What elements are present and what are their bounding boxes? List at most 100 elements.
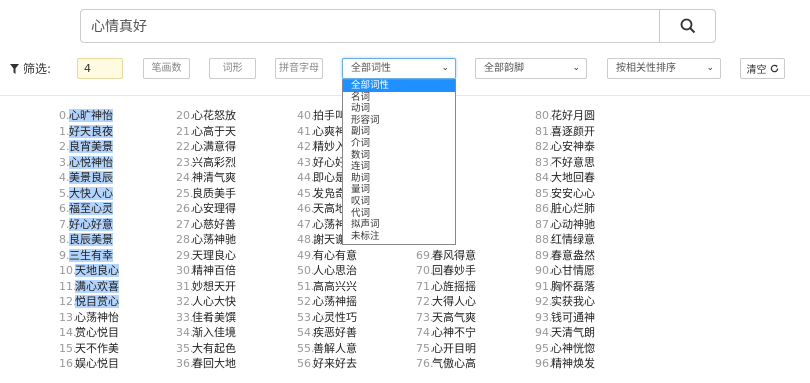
- word-shape-input[interactable]: 词形: [209, 58, 256, 79]
- result-word[interactable]: 娱心悦目: [75, 357, 119, 370]
- result-item[interactable]: 11.满心欢喜: [59, 279, 119, 295]
- result-word[interactable]: 心荡神驰: [192, 233, 236, 246]
- result-item[interactable]: 72.大得人心: [416, 294, 476, 310]
- result-item[interactable]: 13.心荡神怡: [59, 310, 119, 326]
- result-item[interactable]: 93.钱可通神: [535, 310, 595, 326]
- result-item[interactable]: 4.美景良辰: [59, 170, 119, 186]
- result-word[interactable]: 良质美手: [192, 187, 236, 200]
- result-word[interactable]: 心灵性巧: [313, 311, 357, 324]
- result-item[interactable]: 81.喜逐颜开: [535, 124, 595, 140]
- result-word[interactable]: 神清气爽: [192, 171, 236, 184]
- result-word[interactable]: 花好月圆: [551, 109, 595, 122]
- result-item[interactable]: 6.福至心灵: [59, 201, 119, 217]
- result-word[interactable]: 疾恶好善: [313, 326, 357, 339]
- result-item[interactable]: 82.心安神泰: [535, 139, 595, 155]
- pos-option[interactable]: 代词: [343, 208, 455, 220]
- result-item[interactable]: 25.良质美手: [176, 186, 236, 202]
- result-item[interactable]: 88.红情绿意: [535, 232, 595, 248]
- pos-option[interactable]: 拟声词: [343, 219, 455, 231]
- result-word[interactable]: 妙想天开: [192, 280, 236, 293]
- result-word[interactable]: 心神不宁: [432, 326, 476, 339]
- result-item[interactable]: 90.心甘情愿: [535, 263, 595, 279]
- result-word[interactable]: 精神百倍: [192, 264, 236, 277]
- result-item[interactable]: 31.妙想天开: [176, 279, 236, 295]
- result-item[interactable]: 8.良辰美景: [59, 232, 119, 248]
- result-word[interactable]: 喜逐颜开: [551, 125, 595, 138]
- sort-select[interactable]: 按相关性排序 ⌄: [607, 58, 721, 79]
- result-word[interactable]: 回春妙手: [432, 264, 476, 277]
- clear-button[interactable]: 清空: [740, 58, 785, 79]
- pos-select[interactable]: 全部词性 ⌄: [342, 58, 456, 79]
- result-item[interactable]: 16.娱心悦目: [59, 356, 119, 372]
- result-word[interactable]: 胸怀磊落: [551, 280, 595, 293]
- result-item[interactable]: 27.心慈好善: [176, 217, 236, 233]
- result-word[interactable]: 良宵美景: [69, 140, 113, 153]
- result-item[interactable]: 84.大地回春: [535, 170, 595, 186]
- result-word[interactable]: 好心好意: [69, 217, 113, 231]
- result-item[interactable]: 80.花好月圆: [535, 108, 595, 124]
- result-item[interactable]: 52.心荡神摇: [297, 294, 357, 310]
- result-item[interactable]: 83.不好意思: [535, 155, 595, 171]
- result-word[interactable]: 春意盎然: [551, 249, 595, 262]
- result-item[interactable]: 20.心花怒放: [176, 108, 236, 124]
- result-item[interactable]: 5.大快人心: [59, 186, 119, 202]
- pos-option[interactable]: 形容词: [343, 115, 455, 127]
- pos-option[interactable]: 副词: [343, 126, 455, 138]
- result-word[interactable]: 不好意思: [551, 156, 595, 169]
- result-item[interactable]: 1.好天良夜: [59, 124, 119, 140]
- result-item[interactable]: 14.赏心悦目: [59, 325, 119, 341]
- result-word[interactable]: 大地回春: [551, 171, 595, 184]
- pos-option[interactable]: 数词: [343, 150, 455, 162]
- result-item[interactable]: 15.天不作美: [59, 341, 119, 357]
- result-item[interactable]: 33.佳肴美馔: [176, 310, 236, 326]
- result-item[interactable]: 22.心满意得: [176, 139, 236, 155]
- result-item[interactable]: 9.三生有幸: [59, 248, 119, 264]
- result-item[interactable]: 36.春回大地: [176, 356, 236, 372]
- stroke-count-input[interactable]: 笔画数: [143, 58, 190, 79]
- result-item[interactable]: 76.气傲心高: [416, 356, 476, 372]
- pos-option[interactable]: 动词: [343, 103, 455, 115]
- pos-option[interactable]: 量词: [343, 184, 455, 196]
- result-word[interactable]: 佳肴美馔: [192, 311, 236, 324]
- result-word[interactable]: 满心欢喜: [75, 279, 119, 293]
- result-word[interactable]: 心安神泰: [551, 140, 595, 153]
- result-word[interactable]: 天不作美: [75, 342, 119, 355]
- result-item[interactable]: 95.心神恍惚: [535, 341, 595, 357]
- result-item[interactable]: 91.胸怀磊落: [535, 279, 595, 295]
- result-word[interactable]: 春回大地: [192, 357, 236, 370]
- result-word[interactable]: 人心大快: [192, 295, 236, 308]
- pos-option[interactable]: 助词: [343, 173, 455, 185]
- result-word[interactable]: 心高于天: [192, 125, 236, 138]
- result-item[interactable]: 35.大有起色: [176, 341, 236, 357]
- result-item[interactable]: 70.回春妙手: [416, 263, 476, 279]
- result-word[interactable]: 钱可通神: [551, 311, 595, 324]
- result-item[interactable]: 3.心悦神怡: [59, 155, 119, 171]
- result-word[interactable]: 精神焕发: [551, 357, 595, 370]
- result-item[interactable]: 26.心安理得: [176, 201, 236, 217]
- result-word[interactable]: 天地良心: [75, 264, 119, 277]
- result-word[interactable]: 心荡神怡: [75, 311, 119, 324]
- result-word[interactable]: 良辰美景: [69, 233, 113, 246]
- result-word[interactable]: 气傲心高: [432, 357, 476, 370]
- result-item[interactable]: 69.春风得意: [416, 248, 476, 264]
- result-word[interactable]: 心安理得: [192, 202, 236, 215]
- result-item[interactable]: 85.安安心心: [535, 186, 595, 202]
- result-word[interactable]: 人心思治: [313, 264, 357, 277]
- result-item[interactable]: 75.心开目明: [416, 341, 476, 357]
- result-word[interactable]: 心旌摇摇: [432, 280, 476, 293]
- result-word[interactable]: 美景良辰: [69, 171, 113, 184]
- result-item[interactable]: 50.人心思治: [297, 263, 357, 279]
- result-item[interactable]: 32.人心大快: [176, 294, 236, 310]
- result-word[interactable]: 有心有意: [313, 249, 357, 262]
- result-item[interactable]: 12.悦目赏心: [59, 294, 119, 310]
- result-word[interactable]: 渐入佳境: [192, 326, 236, 339]
- result-word[interactable]: 善解人意: [313, 342, 357, 355]
- pos-option[interactable]: 介词: [343, 138, 455, 150]
- result-item[interactable]: 29.天理良心: [176, 248, 236, 264]
- result-word[interactable]: 心荡神摇: [313, 295, 357, 308]
- result-word[interactable]: 心花怒放: [192, 109, 236, 122]
- result-item[interactable]: 28.心荡神驰: [176, 232, 236, 248]
- result-word[interactable]: 心旷神怡: [69, 109, 113, 122]
- result-item[interactable]: 7.好心好意: [59, 217, 119, 233]
- result-item[interactable]: 24.神清气爽: [176, 170, 236, 186]
